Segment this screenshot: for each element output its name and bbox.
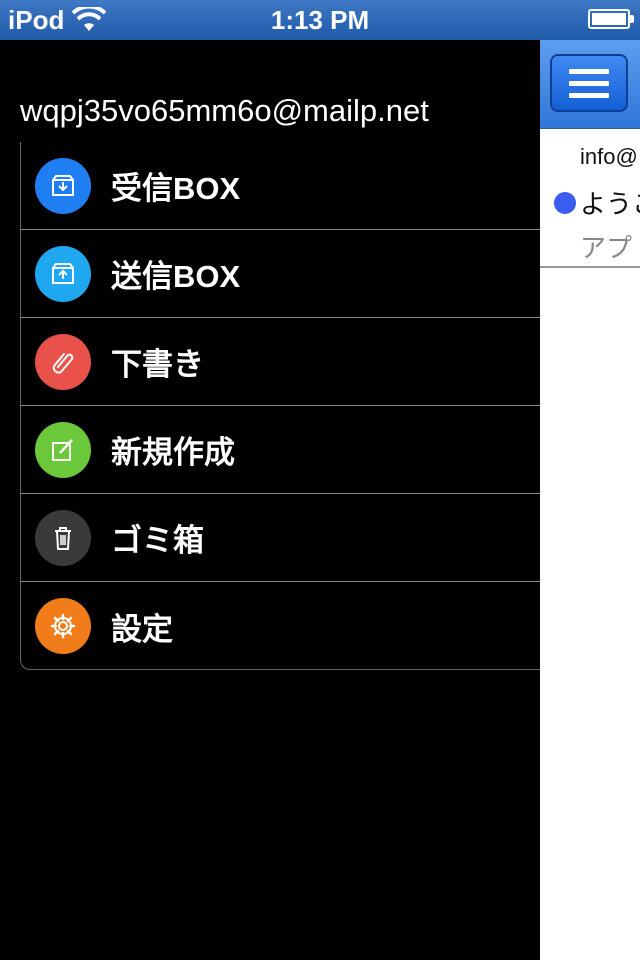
status-bar: iPod 1:13 PM [0, 0, 640, 40]
battery-icon [588, 9, 634, 29]
message-sender[interactable]: info@ [580, 144, 638, 170]
message-preview[interactable]: アプ [580, 228, 632, 265]
hamburger-menu-button[interactable] [550, 54, 628, 112]
side-menu: 受信BOX 送信BOX 下書き 新規作成 ゴミ箱 設定 [20, 142, 540, 670]
menu-item-compose[interactable]: 新規作成 [21, 406, 540, 494]
menu-item-label: ゴミ箱 [111, 523, 204, 558]
inbox-icon [35, 157, 91, 214]
mail-list-panel[interactable]: info@ ようこ アプ [540, 40, 640, 960]
navigation-bar [540, 40, 640, 129]
unread-indicator [554, 192, 576, 214]
menu-item-outbox[interactable]: 送信BOX [21, 230, 540, 318]
trash-icon [35, 509, 91, 566]
hamburger-icon [569, 92, 609, 98]
hamburger-icon [569, 80, 609, 86]
paperclip-icon [35, 333, 91, 390]
gear-icon [35, 598, 91, 654]
hamburger-icon [569, 68, 609, 74]
menu-item-drafts[interactable]: 下書き [21, 318, 540, 406]
divider [540, 266, 640, 268]
compose-icon [35, 421, 91, 478]
menu-item-settings[interactable]: 設定 [21, 582, 540, 670]
menu-item-label: 設定 [111, 611, 173, 647]
menu-item-label: 受信BOX [111, 171, 241, 206]
menu-item-label: 送信BOX [111, 259, 241, 294]
menu-item-label: 下書き [111, 347, 204, 382]
outbox-icon [35, 245, 91, 302]
account-email: wqpj35vo65mm6o@mailp.net [20, 93, 429, 128]
menu-item-trash[interactable]: ゴミ箱 [21, 494, 540, 582]
clock-time: 1:13 PM [270, 5, 370, 35]
message-subject[interactable]: ようこ [580, 184, 640, 221]
menu-item-label: 新規作成 [111, 435, 235, 470]
menu-item-inbox[interactable]: 受信BOX [21, 142, 540, 230]
